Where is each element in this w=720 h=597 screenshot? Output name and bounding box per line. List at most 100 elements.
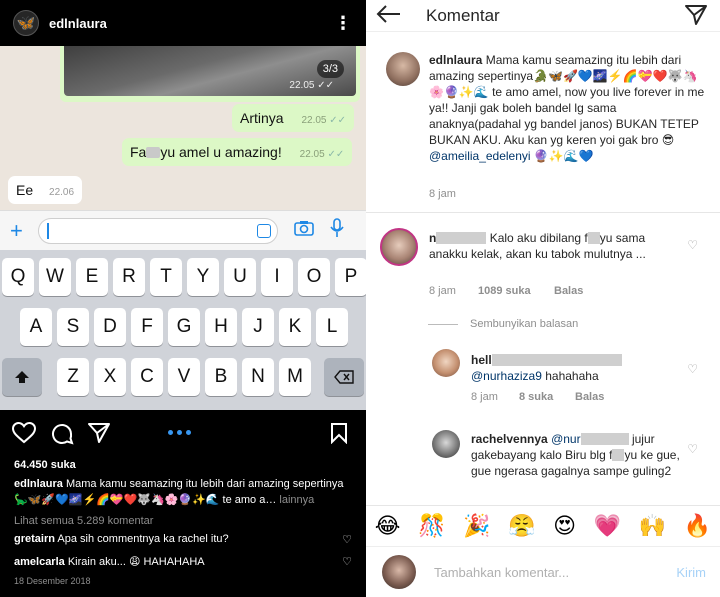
- post-date: 18 Desember 2018: [14, 576, 91, 586]
- key-j[interactable]: J: [242, 308, 274, 346]
- key-o[interactable]: O: [298, 258, 330, 296]
- caption-tail-emojis: 🔮✨🌊💙: [533, 149, 594, 163]
- key-n[interactable]: N: [242, 358, 274, 396]
- caption-username[interactable]: edlnlaura: [14, 478, 63, 490]
- comment-like-icon[interactable]: ♡: [687, 442, 698, 456]
- camera-icon[interactable]: [294, 220, 314, 241]
- comment-like-icon[interactable]: ♡: [342, 555, 352, 568]
- shift-key[interactable]: [2, 358, 42, 396]
- microphone-icon[interactable]: [330, 218, 344, 243]
- key-i[interactable]: I: [261, 258, 293, 296]
- emoji-button[interactable]: 😍: [553, 513, 576, 539]
- emoji-button[interactable]: 😂: [375, 513, 401, 539]
- sticker-icon[interactable]: [257, 223, 271, 238]
- key-q[interactable]: Q: [2, 258, 34, 296]
- ig-post-header: 🦋 edlnlaura ⋮: [0, 0, 366, 46]
- key-f[interactable]: F: [131, 308, 163, 346]
- view-all-comments-link[interactable]: Lihat semua 5.289 komentar: [14, 515, 153, 527]
- comment-time: 8 jam: [471, 391, 498, 403]
- comment-likes[interactable]: 1089 suka: [478, 285, 531, 297]
- comment-text: hahahaha: [545, 369, 599, 383]
- comment-time: 8 jam: [429, 285, 456, 297]
- mention-link[interactable]: @nurhaziza9: [471, 369, 542, 383]
- comment-like-icon[interactable]: ♡: [687, 238, 698, 252]
- message-bubble[interactable]: Artinya 22.05 ✓✓: [232, 104, 355, 132]
- like-heart-icon[interactable]: [11, 421, 37, 450]
- comment-text: Kirain aku... 😩 HAHAHAHA: [67, 556, 205, 568]
- avatar[interactable]: [432, 430, 460, 458]
- image-message[interactable]: 3/3 22.05 ✓✓: [60, 46, 360, 102]
- key-z[interactable]: Z: [57, 358, 89, 396]
- back-arrow-icon[interactable]: [376, 0, 406, 31]
- key-y[interactable]: Y: [187, 258, 219, 296]
- comment-like-icon[interactable]: ♡: [687, 362, 698, 376]
- key-r[interactable]: R: [113, 258, 145, 296]
- key-s[interactable]: S: [57, 308, 89, 346]
- mention-link[interactable]: @nur: [551, 432, 629, 446]
- key-k[interactable]: K: [279, 308, 311, 346]
- key-w[interactable]: W: [39, 258, 71, 296]
- censor-blur: [436, 232, 487, 244]
- comment-username[interactable]: amelcarla: [14, 556, 65, 568]
- key-a[interactable]: A: [20, 308, 52, 346]
- key-p[interactable]: P: [335, 258, 366, 296]
- emoji-button[interactable]: 💗: [594, 513, 621, 539]
- emoji-button[interactable]: 🎉: [463, 513, 490, 539]
- plus-icon[interactable]: +: [10, 218, 28, 244]
- key-c[interactable]: C: [131, 358, 163, 396]
- comment-row: amelcarla Kirain aku... 😩 HAHAHAHA: [14, 555, 334, 568]
- comment-username[interactable]: n: [429, 231, 487, 245]
- emoji-button[interactable]: 🔥: [684, 513, 711, 539]
- emoji-button[interactable]: 😤: [508, 513, 535, 539]
- mention-link[interactable]: @ameilia_edelenyi: [429, 149, 531, 163]
- avatar[interactable]: [432, 349, 460, 377]
- avatar[interactable]: [380, 228, 418, 266]
- backspace-key[interactable]: [324, 358, 364, 396]
- comment-username[interactable]: gretairn: [14, 533, 55, 545]
- avatar[interactable]: [386, 52, 420, 86]
- post-comment-button[interactable]: Kirim: [676, 565, 706, 580]
- bookmark-icon[interactable]: [330, 422, 348, 450]
- comment-username[interactable]: hell: [471, 353, 622, 367]
- key-e[interactable]: E: [76, 258, 108, 296]
- avatar: [382, 555, 416, 589]
- key-l[interactable]: L: [316, 308, 348, 346]
- key-u[interactable]: U: [224, 258, 256, 296]
- caption-username[interactable]: edlnlaura: [429, 53, 482, 67]
- comment-row: gretairn Apa sih commentnya ka rachel it…: [14, 533, 334, 545]
- key-t[interactable]: T: [150, 258, 182, 296]
- image-counter: 3/3: [316, 60, 344, 78]
- message-bubble[interactable]: Fa yu amel u amazing! 22.05 ✓✓: [122, 138, 353, 166]
- more-link[interactable]: lainnya: [279, 494, 314, 506]
- comment-username[interactable]: rachelvennya: [471, 432, 548, 446]
- comment-like-icon[interactable]: ♡: [342, 533, 352, 546]
- emoji-button[interactable]: 🎊: [418, 513, 445, 539]
- message-input[interactable]: [38, 217, 278, 244]
- more-options-icon[interactable]: ⋮: [334, 13, 352, 34]
- key-x[interactable]: X: [94, 358, 126, 396]
- left-screenshot: 🦋 edlnlaura ⋮ 3/3 22.05 ✓✓ Artinya 22.05…: [0, 0, 366, 597]
- emoji-button[interactable]: 🙌: [639, 513, 666, 539]
- comment-likes[interactable]: 8 suka: [519, 391, 553, 403]
- comment-text: Apa sih commentnya ka rachel itu?: [57, 533, 229, 545]
- key-h[interactable]: H: [205, 308, 237, 346]
- key-m[interactable]: M: [279, 358, 311, 396]
- key-g[interactable]: G: [168, 308, 200, 346]
- divider: [428, 324, 458, 325]
- key-v[interactable]: V: [168, 358, 200, 396]
- direct-send-icon[interactable]: [684, 3, 710, 29]
- page-title: Komentar: [426, 5, 500, 25]
- censor-blur: [146, 147, 161, 158]
- key-d[interactable]: D: [94, 308, 126, 346]
- post-username[interactable]: edlnlaura: [49, 16, 334, 31]
- share-send-icon[interactable]: [88, 422, 110, 450]
- reply-button[interactable]: Balas: [554, 285, 583, 297]
- avatar[interactable]: 🦋: [13, 10, 39, 36]
- hide-replies-button[interactable]: Sembunyikan balasan: [470, 318, 578, 330]
- like-count[interactable]: 64.450 suka: [14, 459, 76, 471]
- add-comment-input[interactable]: Tambahkan komentar...: [434, 565, 676, 580]
- comment-icon[interactable]: [50, 422, 74, 452]
- message-bubble[interactable]: Ee 22.06: [8, 176, 83, 204]
- key-b[interactable]: B: [205, 358, 237, 396]
- reply-button[interactable]: Balas: [575, 391, 604, 403]
